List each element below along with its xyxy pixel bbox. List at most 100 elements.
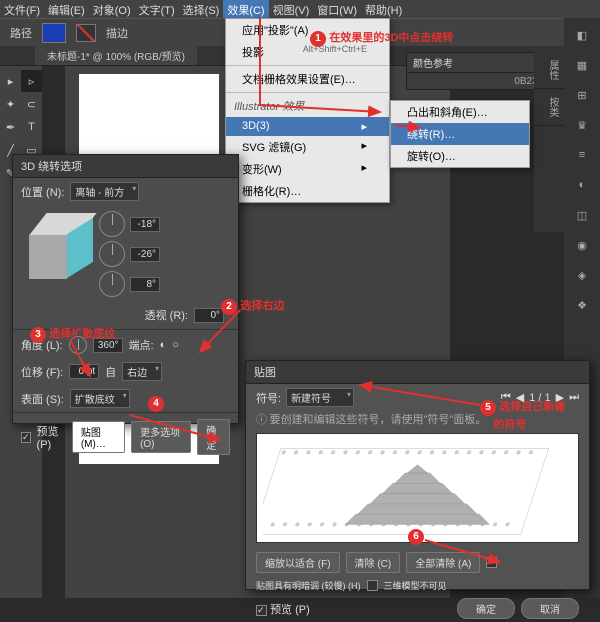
ok-button[interactable]: 确定: [197, 419, 230, 455]
shade-checkbox[interactable]: [486, 557, 497, 568]
menu-help[interactable]: 帮助(H): [361, 0, 406, 18]
menu-svg-filters[interactable]: SVG 滤镜(G)▸: [226, 136, 389, 158]
cap-on-icon[interactable]: ◐: [160, 339, 167, 351]
map-art-preview[interactable]: [256, 433, 579, 543]
y-rotation-dial[interactable]: [99, 241, 125, 267]
preview-label: 预览 (P): [37, 423, 66, 451]
3d-revolve-dialog: 3D 绕转选项 位置 (N): 离轴 - 前方 -18° -26° 8° 透视 …: [12, 154, 239, 424]
path-label: 路径: [10, 25, 32, 41]
badge-4: 4: [148, 396, 164, 412]
panel-icon-graphic-styles[interactable]: ◈: [568, 262, 596, 288]
lasso-tool[interactable]: ⊂: [21, 93, 42, 115]
stroke-swatch[interactable]: [76, 24, 96, 42]
more-options-button[interactable]: 更多选项 (O): [131, 421, 191, 453]
menu-bar: 文件(F) 编辑(E) 对象(O) 文字(T) 选择(S) 效果(C) 视图(V…: [0, 0, 600, 18]
map-art-title: 贴图: [246, 361, 589, 384]
right-panel-tabs: 属性 按类: [534, 52, 564, 232]
panel-icon-appearance[interactable]: ◉: [568, 232, 596, 258]
preview-checkbox[interactable]: [21, 432, 31, 443]
map-art-note: 要创建和编辑这些符号，请使用"符号"面板。: [270, 414, 487, 426]
position-dropdown[interactable]: 离轴 - 前方: [70, 182, 139, 201]
map-preview-label: 预览 (P): [270, 604, 310, 616]
callout-6: 6: [408, 528, 424, 545]
callout-4: 4: [148, 395, 164, 412]
callout-1: 1 在效果里的3D中点击绕转: [310, 29, 453, 47]
perspective-label: 透视 (R):: [145, 307, 188, 323]
menu-section-illustrator: Illustrator 效果: [226, 95, 389, 117]
document-tab[interactable]: 未标题-1* @ 100% (RGB/预览): [35, 46, 197, 65]
x-rotation-value[interactable]: -18°: [130, 217, 160, 232]
3d-preview-cube[interactable]: [23, 213, 99, 279]
perspective-value[interactable]: 0°: [194, 308, 224, 323]
menu-select[interactable]: 选择(S): [179, 0, 224, 18]
panel-icon-color[interactable]: ◧: [568, 22, 596, 48]
cap-label: 端点:: [129, 337, 154, 353]
position-label: 位置 (N):: [21, 184, 64, 200]
symbol-dropdown[interactable]: 新建符号: [286, 388, 354, 407]
surface-dropdown[interactable]: 扩散底纹: [70, 389, 130, 408]
panel-icon-gradient[interactable]: ◐: [568, 172, 596, 198]
menu-object[interactable]: 对象(O): [89, 0, 135, 18]
badge-5: 5: [480, 400, 496, 416]
callout-3: 3 选择扩散底纹: [30, 325, 115, 343]
badge-3: 3: [30, 327, 46, 343]
tab-by-type[interactable]: 按类: [534, 89, 564, 126]
pen-tool[interactable]: ✒: [0, 116, 21, 138]
menu-3d[interactable]: 3D(3)▸: [226, 117, 389, 136]
callout-5: 5 选择自己新建 的符号: [480, 398, 565, 432]
type-tool[interactable]: T: [21, 116, 42, 138]
z-rotation-dial[interactable]: [99, 271, 125, 297]
clear-all-button[interactable]: 全部清除 (A): [406, 552, 480, 573]
z-rotation-value[interactable]: 8°: [130, 277, 160, 292]
panel-icon-brushes[interactable]: ⊞: [568, 82, 596, 108]
tab-properties[interactable]: 属性: [534, 52, 564, 89]
panel-icon-symbols[interactable]: ♛: [568, 112, 596, 138]
map-cancel-button[interactable]: 取消: [521, 598, 579, 619]
scale-to-fit-button[interactable]: 缩放以适合 (F): [256, 552, 340, 573]
y-rotation-value[interactable]: -26°: [130, 247, 160, 262]
menu-doc-raster[interactable]: 文档栅格效果设置(E)…: [226, 68, 389, 90]
badge-2: 2: [221, 299, 237, 315]
menu-edit[interactable]: 编辑(E): [44, 0, 89, 18]
stroke-label: 描边: [106, 25, 128, 41]
menu-warp[interactable]: 变形(W)▸: [226, 158, 389, 180]
menu-window[interactable]: 窗口(W): [313, 0, 361, 18]
callout-2: 2 选择右边: [221, 297, 284, 315]
panel-icon-layers[interactable]: ❖: [568, 292, 596, 318]
info-icon: ⓘ: [256, 414, 267, 426]
menu-rasterize[interactable]: 栅格化(R)…: [226, 180, 389, 202]
invisible-label: 三维模型不可见: [384, 579, 447, 592]
magic-wand-tool[interactable]: ✦: [0, 93, 21, 115]
surface-label: 表面 (S):: [21, 391, 64, 407]
3d-dialog-title: 3D 绕转选项: [13, 155, 238, 178]
shade-label: 贴图具有明暗调 (较慢) (H): [256, 579, 361, 592]
selection-tool[interactable]: ▸: [0, 70, 21, 92]
menu-file[interactable]: 文件(F): [0, 0, 44, 18]
menu-type[interactable]: 文字(T): [135, 0, 179, 18]
direct-selection-tool[interactable]: ▹: [21, 70, 42, 92]
cap-off-icon[interactable]: ○: [172, 339, 179, 351]
map-art-dialog: 贴图 符号: 新建符号 ⏮ ◀ 1 / 1 ▶ ⏭ ⓘ 要创建和编辑这些符号，请…: [245, 360, 590, 590]
clear-button[interactable]: 清除 (C): [346, 552, 401, 573]
menu-revolve[interactable]: 绕转(R)…: [391, 123, 529, 145]
badge-6: 6: [408, 529, 424, 545]
x-rotation-dial[interactable]: [99, 211, 125, 237]
menu-view[interactable]: 视图(V): [269, 0, 314, 18]
surface-last-icon[interactable]: ⏭: [569, 391, 579, 404]
panel-icon-stroke[interactable]: ≡: [568, 142, 596, 168]
panel-icon-transparency[interactable]: ◫: [568, 202, 596, 228]
menu-extrude[interactable]: 凸出和斜角(E)…: [391, 101, 529, 123]
map-art-button[interactable]: 贴图 (M)…: [72, 421, 125, 453]
menu-effect[interactable]: 效果(C): [223, 0, 268, 18]
panel-icon-swatches[interactable]: ▦: [568, 52, 596, 78]
invisible-checkbox[interactable]: [367, 580, 378, 591]
menu-rotate[interactable]: 旋转(O)…: [391, 145, 529, 167]
map-preview-checkbox[interactable]: [256, 605, 267, 616]
from-edge-dropdown[interactable]: 右边: [122, 362, 162, 381]
3d-submenu: 凸出和斜角(E)… 绕转(R)… 旋转(O)…: [390, 100, 530, 168]
from-label: 自: [105, 364, 116, 380]
map-ok-button[interactable]: 确定: [457, 598, 515, 619]
badge-1: 1: [310, 31, 326, 47]
offset-value[interactable]: 0 pt: [69, 364, 99, 379]
fill-swatch[interactable]: [42, 23, 66, 43]
